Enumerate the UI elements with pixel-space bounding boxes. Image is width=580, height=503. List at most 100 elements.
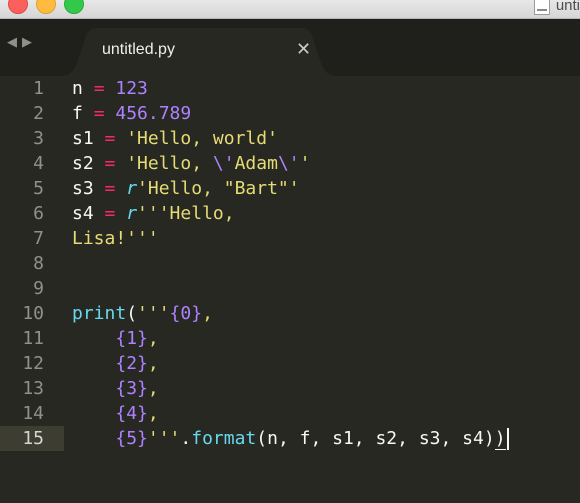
code-line[interactable]: 4 s2 = 'Hello, \'Adam\'' (0, 151, 580, 176)
code-token: ) (494, 428, 506, 450)
line-number: 13 (22, 378, 44, 399)
code-line[interactable]: 12 {2}, (0, 351, 580, 376)
line-code: print('''{0}, (72, 301, 213, 326)
code-token: {5} (115, 428, 148, 449)
line-code: {5}'''.format(n, f, s1, s2, s3, s4)) (72, 426, 509, 451)
line-number: 7 (33, 228, 44, 249)
code-line[interactable]: 2 f = 456.789 (0, 101, 580, 126)
code-token: (n, f, s1, s2, s3, s4) (256, 428, 495, 449)
line-code: s3 = r'Hello, "Bart"' (72, 176, 300, 201)
line-code: {3}, (72, 376, 158, 401)
code-token: , (202, 303, 213, 324)
code-token: ( (126, 303, 138, 324)
line-number: 11 (22, 328, 44, 349)
code-token: = (93, 103, 105, 124)
code-token: s3 (72, 178, 105, 199)
code-token: {2} (115, 353, 148, 374)
code-token: = (104, 128, 116, 149)
code-line[interactable]: 13 {3}, (0, 376, 580, 401)
python-file-icon (533, 0, 550, 15)
line-number: 14 (22, 403, 44, 424)
line-code: {2}, (72, 351, 159, 376)
line-number: 8 (33, 253, 44, 274)
window-title: unti (555, 0, 580, 14)
line-number: 9 (33, 278, 44, 299)
line-code: n = 123 (72, 76, 148, 101)
tab-bar: ◀▶ untitled.py ✕ (0, 19, 580, 76)
tab-navigation: ◀▶ (7, 35, 37, 50)
line-code: s2 = 'Hello, \'Adam\'' (72, 151, 310, 176)
line-code: {4}, (72, 401, 159, 426)
code-line[interactable]: 7 Lisa!''' (0, 226, 580, 251)
code-line[interactable]: 9 (0, 276, 580, 301)
code-line[interactable]: 8 (0, 251, 580, 276)
code-token: {1} (115, 328, 148, 349)
line-code: s1 = 'Hello, world' (72, 126, 278, 151)
code-token: 'Hello, (126, 153, 213, 174)
code-token: n (72, 78, 94, 99)
code-line[interactable]: 10 print('''{0}, (0, 301, 580, 326)
code-token: = (93, 78, 105, 99)
code-token: r (126, 203, 138, 224)
code-token: {4} (115, 403, 148, 424)
line-number: 1 (33, 78, 44, 99)
line-number: 12 (22, 353, 44, 374)
code-token: ''' (137, 303, 170, 324)
code-token: s4 (72, 203, 105, 224)
text-cursor (506, 428, 509, 450)
line-number: 2 (33, 103, 44, 124)
code-token: ''' (147, 428, 181, 449)
close-window-button[interactable] (8, 0, 28, 14)
code-token: print (72, 303, 127, 324)
line-code: f = 456.789 (72, 101, 191, 126)
code-token: = (104, 153, 116, 174)
code-token: , (147, 353, 159, 374)
code-token: Lisa!''' (72, 228, 159, 249)
code-line[interactable]: 6 s4 = r'''Hello, (0, 201, 580, 226)
code-editor[interactable]: 1 n = 123 2 f = 456.789 3 s1 = 'Hello, world'… (0, 76, 580, 503)
maximize-window-button[interactable] (64, 0, 84, 14)
code-token: {0} (169, 303, 203, 324)
code-token: = (104, 203, 116, 224)
code-line[interactable]: 14 {4}, (0, 401, 580, 426)
code-token: r (126, 178, 138, 199)
line-number: 4 (33, 153, 44, 174)
code-line[interactable]: 3 s1 = 'Hello, world' (0, 126, 580, 151)
code-token: , (147, 403, 159, 424)
forward-arrow-icon[interactable]: ▶ (22, 35, 37, 50)
code-token: 456.789 (115, 103, 192, 124)
code-token: . (180, 428, 192, 449)
code-line[interactable]: 15 {5}'''.format(n, f, s1, s2, s3, s4)) (0, 426, 580, 451)
tab-untitled[interactable]: untitled.py ✕ (60, 28, 338, 76)
close-tab-icon[interactable]: ✕ (296, 39, 311, 60)
code-line[interactable]: 1 n = 123 (0, 76, 580, 101)
code-token: \' (212, 153, 235, 174)
code-token: 'Hello, world' (126, 128, 278, 149)
line-number: 3 (33, 128, 44, 149)
line-code: s4 = r'''Hello, (72, 201, 235, 226)
code-line[interactable]: 5 s3 = r'Hello, "Bart"' (0, 176, 580, 201)
code-token: s2 (72, 153, 105, 174)
code-token: ' (299, 153, 311, 174)
code-token: 123 (115, 78, 148, 99)
code-line[interactable]: 11 {1}, (0, 326, 580, 351)
line-number: 6 (33, 203, 44, 224)
line-number: 10 (22, 303, 44, 324)
minimize-window-button[interactable] (36, 0, 56, 14)
line-number: 15 (22, 428, 44, 449)
line-code: Lisa!''' (72, 226, 159, 251)
back-arrow-icon[interactable]: ◀ (7, 35, 22, 50)
code-token: 'Hello, "Bart"' (137, 178, 300, 199)
line-code: {1}, (72, 326, 158, 351)
